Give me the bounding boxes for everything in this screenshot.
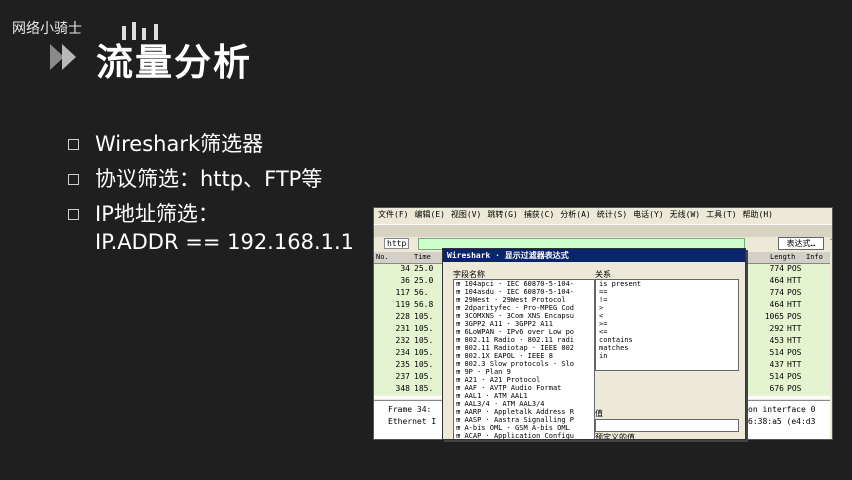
list-item[interactable]: != (596, 296, 738, 304)
bullet-text: 协议筛选：http、FTP等 (95, 167, 323, 191)
list-item[interactable]: ⊞ ACAP · Application Configu (454, 432, 594, 439)
col-info[interactable]: Info (806, 253, 823, 261)
list-item[interactable]: ⊞ 6LoWPAN · IPv6 over Low po (454, 328, 594, 336)
list-item[interactable]: ⊞ 9P · Plan 9 (454, 368, 594, 376)
bullet-box-icon (68, 209, 79, 220)
bullet-box-icon (68, 139, 79, 150)
value-input[interactable] (595, 419, 739, 432)
list-item[interactable]: ⊞ 802.11 Radiotap · IEEE 802 (454, 344, 594, 352)
predefined-values-label: 预定义的值 (595, 433, 635, 440)
list-item[interactable]: ⊞ AASP · Aastra Signalling P (454, 416, 594, 424)
list-item[interactable]: == (596, 288, 738, 296)
list-item[interactable]: >= (596, 320, 738, 328)
menu-item[interactable]: 帮助(H) (743, 209, 773, 223)
page-title: 流量分析 (96, 41, 252, 84)
menu-item[interactable]: 文件(F) (378, 209, 408, 223)
list-item[interactable]: > (596, 304, 738, 312)
menu-item[interactable]: 无线(W) (670, 209, 700, 223)
detail-line: 6:38:a5 (e4:d3 (748, 417, 816, 426)
menu-item[interactable]: 视图(V) (451, 209, 481, 223)
list-item[interactable]: is present (596, 280, 738, 288)
expression-button[interactable]: 表达式… (778, 237, 824, 250)
menu-item[interactable]: 工具(T) (706, 209, 736, 223)
list-item[interactable]: ⊞ A21 · A21 Protocol (454, 376, 594, 384)
bullet-item: 协议筛选：http、FTP等 (68, 165, 354, 193)
list-item[interactable]: ⊞ AAF · AVTP Audio Format (454, 384, 594, 392)
field-name-list[interactable]: ⊞ 104apci · IEC 60870-5-104- ⊞ 104asdu ·… (453, 279, 595, 439)
filter-expression-dialog: Wireshark · 显示过滤器表达式 字段名称 关系 ⊞ 104apci ·… (442, 248, 746, 440)
list-item[interactable]: ⊞ 3COMXNS · 3Com XNS Encapsu (454, 312, 594, 320)
menu-bar: 文件(F) 编辑(E) 视图(V) 跳转(G) 捕获(C) 分析(A) 统计(S… (374, 208, 832, 224)
bullet-text: IP地址筛选： (95, 202, 219, 226)
list-item[interactable]: ⊞ 802.11 Radio · 802.11 radi (454, 336, 594, 344)
menu-item[interactable]: 跳转(G) (487, 209, 517, 223)
detail-line[interactable]: Ethernet I (388, 417, 436, 426)
menu-item[interactable]: 捕获(C) (524, 209, 554, 223)
list-item[interactable]: contains (596, 336, 738, 344)
list-item[interactable]: matches (596, 344, 738, 352)
col-time[interactable]: Time (414, 253, 431, 261)
list-item[interactable]: ⊞ AARP · Appletalk Address R (454, 408, 594, 416)
col-no[interactable]: No. (376, 253, 389, 261)
bullet-box-icon (68, 174, 79, 185)
list-item[interactable]: ⊞ AAL1 · ATM AAL1 (454, 392, 594, 400)
menu-item[interactable]: 统计(S) (597, 209, 627, 223)
dialog-title: Wireshark · 显示过滤器表达式 (443, 249, 745, 262)
list-item[interactable]: <= (596, 328, 738, 336)
list-item[interactable]: ⊞ 29West · 29West Protocol (454, 296, 594, 304)
value-label: 值 (595, 409, 603, 418)
bullet-item: Wireshark筛选器 (68, 130, 354, 158)
bullet-list: Wireshark筛选器 协议筛选：http、FTP等 IP地址筛选： IP.A… (68, 130, 354, 263)
list-item[interactable]: ⊞ A-bis OML · GSM A-bis OML (454, 424, 594, 432)
list-item[interactable]: ⊞ 104asdu · IEC 60870-5-104- (454, 288, 594, 296)
list-item[interactable]: ⊞ 802.3 Slow protocols · Slo (454, 360, 594, 368)
detail-line[interactable]: Frame 34: (388, 405, 431, 414)
menu-item[interactable]: 电话(Y) (633, 209, 663, 223)
list-item[interactable]: ⊞ AAL3/4 · ATM AAL3/4 (454, 400, 594, 408)
relation-list[interactable]: is present == != > < >= <= contains matc… (595, 279, 739, 371)
double-arrow-icon (50, 44, 76, 70)
list-item[interactable]: ⊞ 104apci · IEC 60870-5-104- (454, 280, 594, 288)
list-item[interactable]: ⊞ 2dparityfec · Pro-MPEG Cod (454, 304, 594, 312)
watermark-text: 网络小骑士 (12, 21, 82, 37)
bullet-text: Wireshark筛选器 (95, 132, 264, 156)
col-length[interactable]: Length (770, 253, 795, 261)
detail-line: on interface 0 (748, 405, 816, 414)
menu-item[interactable]: 分析(A) (560, 209, 590, 223)
list-item[interactable]: in (596, 352, 738, 360)
list-item[interactable]: < (596, 312, 738, 320)
filter-expression: IP.ADDR == 192.168.1.1 (95, 230, 355, 254)
list-item[interactable]: ⊞ 802.1X EAPOL · IEEE 8 (454, 352, 594, 360)
bullet-item: IP地址筛选： IP.ADDR == 192.168.1.1 (68, 200, 354, 256)
filter-text[interactable]: http (384, 238, 410, 249)
menu-item[interactable]: 编辑(E) (414, 209, 444, 223)
list-item[interactable]: ⊞ 3GPP2 A11 · 3GPP2 A11 (454, 320, 594, 328)
